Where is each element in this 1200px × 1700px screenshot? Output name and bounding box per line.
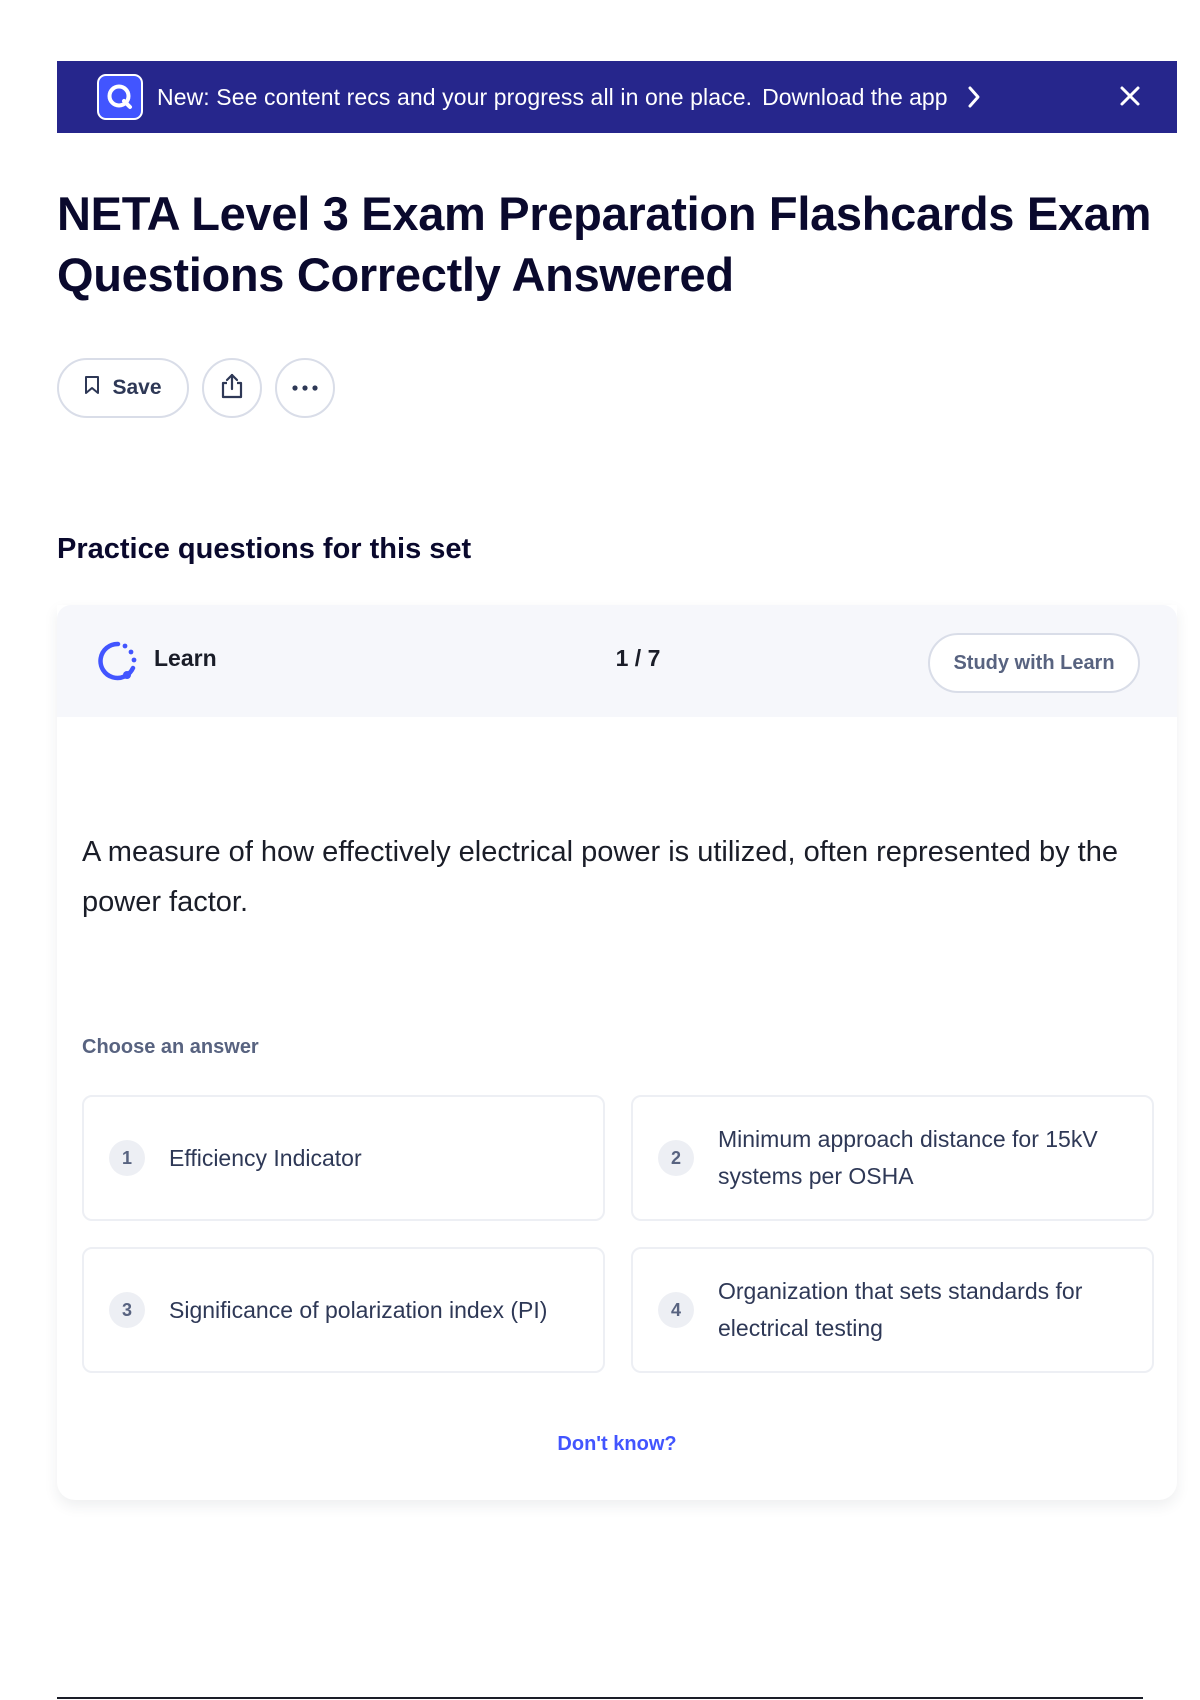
page: New: See content recs and your progress … (0, 0, 1200, 1700)
option-number: 3 (109, 1292, 145, 1328)
choose-answer-label: Choose an answer (82, 1036, 259, 1058)
more-horizontal-icon (291, 379, 319, 397)
dont-know-row: Don't know? (57, 1433, 1177, 1456)
bookmark-icon (84, 375, 100, 401)
practice-card: Learn 1 / 7 Study with Learn A measure o… (57, 605, 1177, 1500)
learn-progress-icon (97, 640, 139, 687)
practice-heading: Practice questions for this set (57, 533, 472, 565)
option-text: Minimum approach distance for 15kV syste… (718, 1126, 1098, 1189)
close-icon[interactable] (1117, 83, 1143, 109)
answer-option-1[interactable]: 1 Efficiency Indicator (82, 1095, 605, 1221)
chevron-right-icon[interactable] (966, 85, 982, 109)
divider (57, 1697, 1143, 1699)
option-text: Significance of polarization index (PI) (169, 1296, 548, 1323)
save-label: Save (112, 376, 162, 399)
page-title: NETA Level 3 Exam Preparation Flashcards… (57, 187, 1152, 301)
study-with-learn-button[interactable]: Study with Learn (928, 633, 1140, 693)
option-text: Efficiency Indicator (169, 1144, 362, 1171)
dont-know-link[interactable]: Don't know? (557, 1433, 676, 1455)
share-icon (219, 372, 245, 405)
option-number: 2 (658, 1140, 694, 1176)
banner-message: New: See content recs and your progress … (157, 83, 753, 110)
set-actions: Save (57, 358, 335, 418)
answer-option-4[interactable]: 4 Organization that sets standards for e… (631, 1247, 1154, 1373)
option-number: 1 (109, 1140, 145, 1176)
answer-options: 1 Efficiency Indicator 2 Minimum approac… (82, 1095, 1154, 1373)
quizlet-logo-icon (97, 74, 143, 120)
answer-option-2[interactable]: 2 Minimum approach distance for 15kV sys… (631, 1095, 1154, 1221)
share-button[interactable] (202, 358, 262, 418)
save-button[interactable]: Save (57, 358, 189, 418)
answer-option-3[interactable]: 3 Significance of polarization index (PI… (82, 1247, 605, 1373)
option-text: Organization that sets standards for ele… (718, 1278, 1083, 1341)
learn-mode-label: Learn (154, 645, 217, 671)
more-options-button[interactable] (275, 358, 335, 418)
app-download-banner[interactable]: New: See content recs and your progress … (57, 61, 1177, 133)
practice-card-header: Learn 1 / 7 Study with Learn (57, 605, 1177, 717)
option-number: 4 (658, 1292, 694, 1328)
question-prompt: A measure of how effectively electrical … (82, 836, 1118, 918)
download-app-link[interactable]: Download the app (762, 84, 947, 111)
question-counter: 1 / 7 (615, 645, 661, 671)
